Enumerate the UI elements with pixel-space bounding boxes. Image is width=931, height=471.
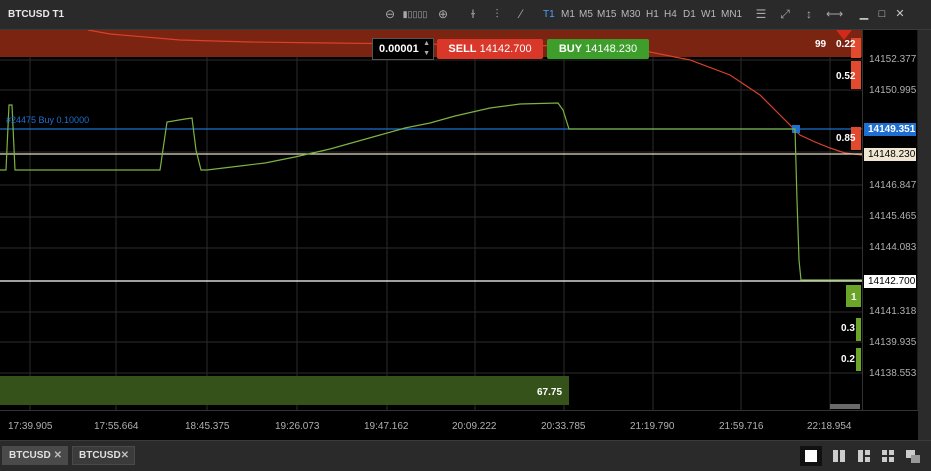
layout-three-icon[interactable]	[853, 446, 875, 466]
time-label: 20:09.222	[452, 421, 497, 432]
price-label: 14144.083	[869, 242, 917, 253]
indicators-icon[interactable]: ☰	[754, 6, 768, 22]
buy-button[interactable]: BUY 14148.230	[547, 39, 649, 59]
tab-label: BTCUSD	[79, 450, 121, 461]
time-label: 17:55.664	[94, 421, 139, 432]
time-label: 19:47.162	[364, 421, 409, 432]
ask-size-3: 0.85	[836, 133, 856, 144]
price-label: 14146.847	[869, 180, 917, 191]
ask-size-2: 0.52	[836, 71, 856, 82]
tab-label: BTCUSD	[9, 450, 51, 461]
crosshair-icon[interactable]: ɫ	[466, 6, 480, 22]
buy-price: 14148.230	[585, 43, 638, 55]
buy-label: BUY	[558, 43, 583, 55]
top-volume-label: 99	[815, 39, 827, 50]
order-line-label[interactable]: #24475 Buy 0.10000	[6, 115, 89, 125]
sell-label: SELL	[448, 43, 477, 55]
time-label: 18:45.375	[185, 421, 230, 432]
zoom-slider-icon[interactable]: ▮▯▯▯▯	[400, 6, 430, 22]
chart-svg	[0, 30, 862, 410]
bid-size-1: 1	[851, 292, 857, 303]
chart-tab-2[interactable]: BTCUSD ✕	[72, 446, 135, 465]
bid-depth-bar-2	[856, 318, 861, 341]
time-label: 21:59.716	[719, 421, 764, 432]
price-label: 14152.377	[869, 54, 917, 65]
quantity-stepper-icon[interactable]: ▲ ▼	[423, 39, 430, 59]
ask-size-1: 0.22	[836, 39, 856, 50]
scroll-to-end-icon[interactable]: ⟷	[826, 6, 843, 22]
zoom-in-icon[interactable]: ⊕	[436, 6, 450, 22]
layout-single-icon[interactable]	[800, 446, 822, 466]
timeframe-d1[interactable]: D1	[683, 9, 696, 20]
quantity-value: 0.00001	[379, 43, 419, 55]
measure-icon[interactable]: ↕	[802, 6, 816, 22]
vertical-scrollbar[interactable]	[918, 30, 931, 440]
zoom-out-icon[interactable]: ⊖	[383, 6, 397, 22]
timeframe-m5[interactable]: M5	[579, 9, 593, 20]
draw-line-icon[interactable]: ⤢	[778, 6, 792, 22]
layout-cascade-icon[interactable]	[902, 446, 924, 466]
volume-bar-label: 67.75	[537, 387, 563, 398]
time-label: 19:26.073	[275, 421, 320, 432]
close-tab-icon[interactable]: ✕	[54, 447, 62, 464]
candle-chart-icon[interactable]: ⫶	[490, 6, 504, 22]
order-price-tag: 14149.351	[864, 123, 916, 136]
chart-canvas[interactable]	[0, 30, 862, 410]
price-label: 14150.995	[869, 85, 917, 96]
time-label: 22:18.954	[807, 421, 852, 432]
layout-grid-icon[interactable]	[877, 446, 899, 466]
sell-price: 14142.700	[479, 43, 532, 55]
bid-size-2: 0.3	[841, 323, 855, 334]
chart-titlebar: BTCUSD T1 ⊖ ▮▯▯▯▯ ⊕ ɫ ⫶ ⁄ T1 M1 M5 M15 M…	[0, 0, 931, 30]
chart-scroll-thumb[interactable]	[830, 404, 860, 409]
price-label: 14141.318	[869, 306, 917, 317]
line-chart-icon[interactable]: ⁄	[514, 6, 528, 22]
bid-size-3: 0.2	[841, 354, 855, 365]
close-tab-icon[interactable]: ✕	[121, 447, 129, 464]
price-axis[interactable]: 14152.377 14150.995 14149.351 14148.230 …	[862, 30, 917, 410]
price-label: 14145.465	[869, 211, 917, 222]
timeframe-h1[interactable]: H1	[646, 9, 659, 20]
window-title: BTCUSD T1	[8, 9, 65, 20]
timeframe-m15[interactable]: M15	[597, 9, 616, 20]
time-label: 21:19.790	[630, 421, 675, 432]
time-axis[interactable]: 17:39.905 17:55.664 18:45.375 19:26.073 …	[0, 410, 918, 440]
chart-tabs-bar: BTCUSD ✕ BTCUSD ✕	[0, 440, 931, 471]
timeframe-w1[interactable]: W1	[701, 9, 716, 20]
time-label: 20:33.785	[541, 421, 586, 432]
time-label: 17:39.905	[8, 421, 53, 432]
sell-button[interactable]: SELL 14142.700	[437, 39, 543, 59]
quantity-input[interactable]: 0.00001 ▲ ▼	[372, 38, 434, 60]
bid-depth-bar-3	[856, 348, 861, 371]
timeframe-t1[interactable]: T1	[543, 9, 555, 20]
buy-volume-bar	[0, 376, 569, 405]
minimize-icon[interactable]: ▁	[857, 6, 871, 22]
price-label: 14138.553	[869, 368, 917, 379]
chart-tab-1[interactable]: BTCUSD ✕	[2, 446, 68, 465]
layout-split-vertical-icon[interactable]	[828, 446, 850, 466]
ask-price-tag: 14148.230	[864, 148, 916, 161]
price-label: 14139.935	[869, 337, 917, 348]
chart-grid	[0, 30, 862, 410]
bid-price-tag: 14142.700	[864, 275, 916, 288]
timeframe-m1[interactable]: M1	[561, 9, 575, 20]
timeframe-mn1[interactable]: MN1	[721, 9, 742, 20]
timeframe-m30[interactable]: M30	[621, 9, 640, 20]
close-icon[interactable]: ✕	[893, 6, 907, 22]
timeframe-h4[interactable]: H4	[664, 9, 677, 20]
maximize-icon[interactable]: □	[875, 6, 889, 22]
